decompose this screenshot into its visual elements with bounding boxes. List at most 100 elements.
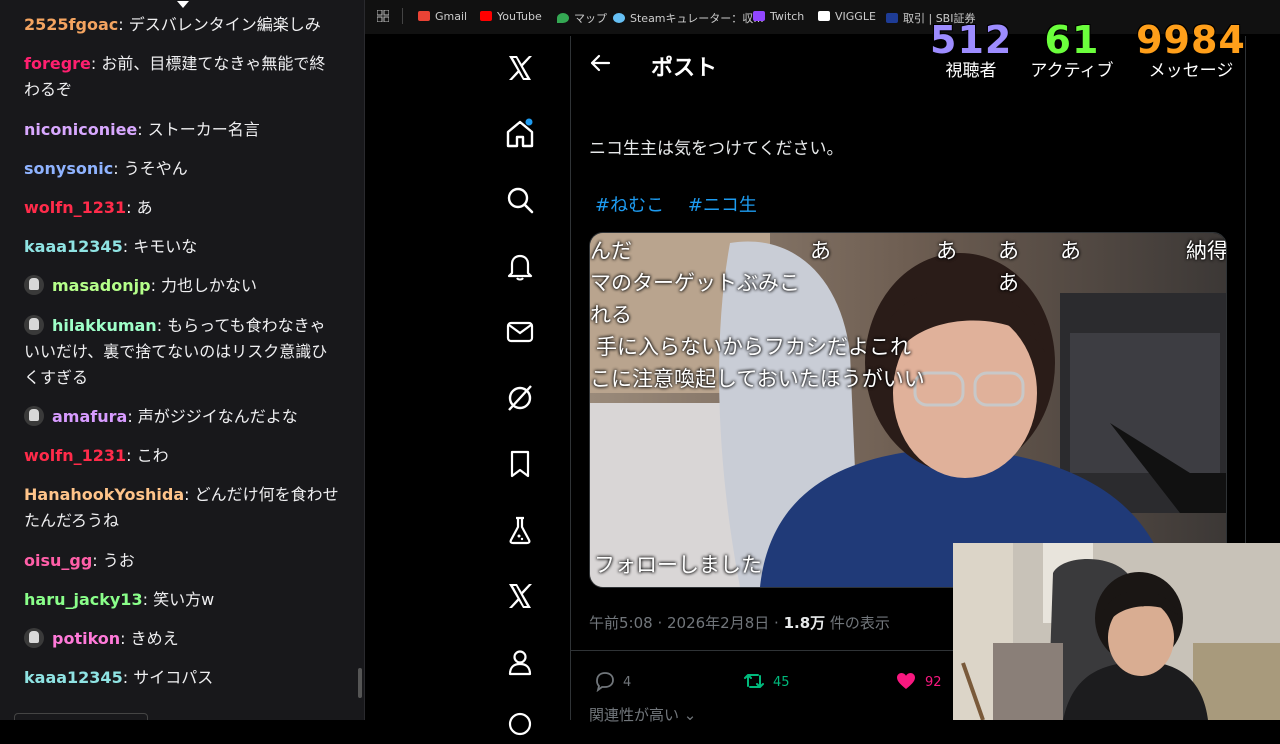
more-circle-icon[interactable] — [504, 708, 536, 740]
bookmark-steam[interactable]: Steamキュレーター：収... — [613, 10, 764, 26]
danmaku-comment: あ — [998, 271, 1019, 295]
viewer-stat: 512 視聴者 — [930, 18, 1012, 81]
chat-message: hilakkuman: もらっても食わなきゃいいだけ、裏で捨てないのはリスク意識… — [24, 315, 328, 387]
chat-text: ストーカー名言 — [147, 120, 260, 139]
chat-message: haru_jacky13: 笑い方w — [24, 590, 215, 609]
chat-username[interactable]: niconiconiee — [24, 120, 137, 139]
chat-username[interactable]: haru_jacky13 — [24, 590, 143, 609]
sbi-icon — [886, 13, 898, 23]
bookmark-maps[interactable]: マップ — [557, 10, 607, 26]
chat-username[interactable]: kaaa12345 — [24, 237, 123, 256]
chat-text: キモいな — [133, 237, 198, 256]
chat-message: masadonjp: 力也しかない — [24, 273, 340, 299]
repost-button[interactable]: 45 — [743, 670, 790, 692]
chat-username[interactable]: amafura — [52, 407, 127, 426]
chat-username[interactable]: HanahookYoshida — [24, 485, 184, 504]
streamer-webcam — [953, 543, 1280, 720]
subscriber-badge-icon[interactable] — [24, 315, 44, 335]
bookmarks-separator — [402, 8, 403, 24]
youtube-icon — [480, 11, 492, 21]
chat-message: niconiconiee: ストーカー名言 — [24, 120, 260, 139]
panel-divider — [364, 0, 365, 720]
chat-username[interactable]: potikon — [52, 629, 120, 648]
gmail-icon — [418, 11, 430, 21]
chat-text: きめえ — [130, 629, 179, 648]
chat-username[interactable]: kaaa12345 — [24, 668, 123, 687]
danmaku-comment: 納得 — [1186, 239, 1227, 263]
bookmark-viggle[interactable]: VIGGLE — [818, 10, 876, 23]
chevron-down-icon[interactable] — [176, 0, 190, 10]
chat-message: amafura: 声がジジイなんだよな — [24, 404, 340, 430]
chat-username[interactable]: wolfn_1231 — [24, 198, 126, 217]
post-timestamp-views: 午前5:08 · 2026年2月8日 · 1.8万 件の表示 — [589, 614, 890, 632]
chat-text: 力也しかない — [161, 276, 258, 295]
chat-input-edge[interactable] — [14, 713, 148, 720]
reply-sort-dropdown[interactable]: 関連性が高い ⌄ — [589, 704, 696, 725]
chat-scrollbar[interactable] — [358, 668, 362, 698]
twitch-icon — [753, 11, 765, 21]
chat-username[interactable]: masadonjp — [52, 276, 151, 295]
bookmarks-icon[interactable] — [504, 448, 536, 480]
reply-button[interactable]: 4 — [593, 670, 631, 693]
chat-username[interactable]: wolfn_1231 — [24, 446, 126, 465]
subscriber-badge-icon[interactable] — [24, 275, 44, 295]
grok-icon[interactable] — [504, 382, 536, 414]
chat-panel: 2525fgoac: デスバレンタイン編楽しみ foregre: お前、目標建て… — [0, 0, 364, 720]
hashtag-link[interactable]: #ねむこ — [595, 195, 664, 216]
active-label: アクティブ — [1030, 61, 1114, 81]
chat-username[interactable]: hilakkuman — [52, 316, 157, 335]
message-stat: 9984 メッセージ — [1136, 18, 1246, 81]
chat-message: oisu_gg: うお — [24, 551, 135, 570]
subscriber-badge-icon[interactable] — [24, 628, 44, 648]
messages-envelope-icon[interactable] — [504, 316, 536, 348]
chat-username[interactable]: oisu_gg — [24, 551, 92, 570]
post-hashtags: #ねむこ #ニコ生 — [595, 191, 775, 217]
chat-message: 2525fgoac: デスバレンタイン編楽しみ — [24, 15, 321, 34]
chat-username[interactable]: 2525fgoac — [24, 15, 118, 34]
danmaku-comment: あ — [810, 239, 831, 263]
like-button[interactable]: 92 — [895, 670, 942, 692]
bookmark-gmail[interactable]: Gmail — [418, 10, 467, 23]
chat-text: 笑い方w — [153, 590, 215, 609]
chat-username[interactable]: foregre — [24, 54, 91, 73]
bookmark-twitch[interactable]: Twitch — [753, 10, 804, 23]
danmaku-comment: フォローしました — [594, 553, 762, 577]
chat-text: デスバレンタイン編楽しみ — [128, 15, 321, 34]
notifications-bell-icon[interactable] — [504, 250, 536, 282]
chat-text: うそやん — [123, 159, 188, 178]
hashtag-link[interactable]: #ニコ生 — [688, 195, 757, 216]
post-media-image[interactable]: んだ あ あ あ あ 納得 あ マのターゲットぶみこ れる 手に入らないからフカ… — [589, 232, 1227, 588]
bookmark-youtube[interactable]: YouTube — [480, 10, 542, 23]
apps-grid-icon[interactable] — [377, 10, 389, 22]
chat-message: HanahookYoshida: どんだけ何を食わせたんだろうね — [24, 485, 339, 530]
jobs-flask-icon[interactable] — [504, 514, 536, 546]
premium-x-icon[interactable] — [504, 580, 536, 612]
search-icon[interactable] — [504, 184, 536, 216]
back-arrow-icon[interactable] — [589, 52, 611, 74]
chat-text: こわ — [136, 446, 169, 465]
steam-icon — [613, 13, 625, 23]
danmaku-comment: あ — [1060, 239, 1081, 263]
home-icon[interactable] — [504, 118, 536, 150]
webcam-feed-image — [953, 543, 1280, 720]
post-timestamp[interactable]: 午前5:08 · 2026年2月8日 · — [589, 614, 784, 632]
chat-message: foregre: お前、目標建てなきゃ無能で終わるぞ — [24, 54, 326, 99]
x-logo-icon[interactable] — [504, 52, 536, 84]
viggle-icon — [818, 11, 830, 21]
danmaku-comment: れる — [590, 303, 632, 327]
chat-text: あ — [136, 198, 153, 217]
profile-icon[interactable] — [504, 646, 536, 678]
danmaku-comment: こに注意喚起しておいたほうがいい — [590, 367, 925, 391]
chat-message: kaaa12345: サイコパス — [24, 668, 214, 687]
message-label: メッセージ — [1148, 61, 1234, 81]
view-count: 1.8万 — [783, 614, 826, 632]
subscriber-badge-icon[interactable] — [24, 406, 44, 426]
danmaku-comment: 手に入らないからフカシだよこれ — [596, 335, 911, 359]
repost-icon — [744, 674, 764, 688]
x-sidebar-nav — [470, 36, 570, 736]
chat-username[interactable]: sonysonic — [24, 159, 113, 178]
chat-text: 声がジジイなんだよな — [137, 407, 298, 426]
chat-text: サイコパス — [133, 668, 214, 687]
heart-icon — [897, 673, 915, 689]
danmaku-comment: んだ — [590, 239, 632, 263]
